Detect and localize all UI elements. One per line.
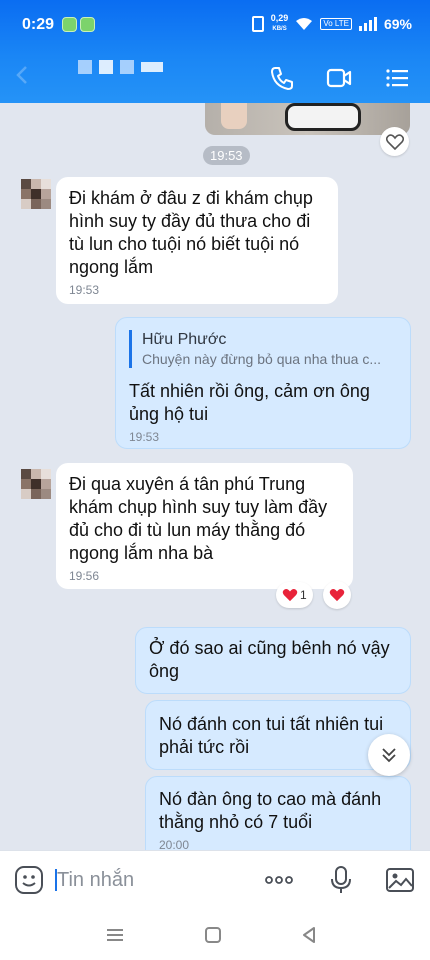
chevron-double-down-icon: [382, 748, 396, 763]
reaction-summary[interactable]: 1: [276, 582, 313, 608]
emoji-icon[interactable]: [14, 865, 44, 895]
message-bubble-incoming[interactable]: Đi khám ở đâu z đi khám chụp hình suy ty…: [56, 177, 338, 304]
recent-apps-icon[interactable]: [104, 924, 126, 946]
system-navigation-bar: [0, 908, 430, 960]
message-bubble-incoming[interactable]: Đi qua xuyên á tân phú Trung khám chụp h…: [56, 463, 353, 589]
shared-image[interactable]: [205, 103, 410, 135]
quoted-reply[interactable]: Hữu Phước Chuyện này đừng bỏ qua nha thu…: [129, 330, 397, 368]
message-text: Đi qua xuyên á tân phú Trung khám chụp h…: [69, 474, 328, 563]
avatar[interactable]: [21, 469, 51, 499]
back-icon[interactable]: [298, 924, 320, 946]
message-bubble-outgoing[interactable]: Hữu Phước Chuyện này đừng bỏ qua nha thu…: [115, 317, 411, 449]
scroll-to-bottom-button[interactable]: [368, 734, 410, 776]
avatar[interactable]: [21, 179, 51, 209]
chat-messages[interactable]: 19:53 Đi khám ở đâu z đi khám chụp hình …: [0, 103, 430, 850]
battery-level: 69%: [383, 16, 412, 32]
heart-icon: [329, 588, 345, 602]
notification-icons: [62, 17, 95, 32]
signal-icon: [358, 17, 377, 31]
message-time: 20:00: [159, 838, 190, 850]
time-separator: 19:53: [203, 146, 250, 165]
microphone-icon[interactable]: [326, 865, 356, 895]
status-time: 0:29: [22, 16, 55, 33]
message-text: Tất nhiên rồi ông, cảm ơn ông ủng hộ tui: [129, 381, 370, 424]
reaction-count: 1: [300, 588, 307, 602]
message-time: 19:56: [69, 569, 100, 583]
react-heart-button[interactable]: [380, 127, 409, 156]
chat-header: 0:29 0,29 KB/S Vo LTE 69%: [0, 0, 430, 103]
status-right: 0,29 KB/S Vo LTE 69%: [251, 13, 412, 34]
header-row: [0, 52, 430, 103]
message-text: Đi khám ở đâu z đi khám chụp hình suy ty…: [69, 188, 313, 277]
image-icon[interactable]: [385, 865, 415, 895]
heart-icon: [282, 588, 298, 602]
quoted-text: Chuyện này đừng bỏ qua nha thua c...: [142, 351, 381, 367]
app-notification-icon: [80, 17, 95, 32]
message-time: 19:53: [69, 283, 100, 297]
phone-icon[interactable]: [268, 64, 296, 92]
react-heart-button[interactable]: [323, 581, 351, 609]
message-bubble-outgoing[interactable]: Ở đó sao ai cũng bênh nó vậy ông: [135, 627, 411, 694]
contact-name-blurred[interactable]: [78, 60, 163, 74]
vibrate-icon: [251, 16, 264, 32]
more-icon[interactable]: [264, 865, 294, 895]
app-notification-icon: [62, 17, 77, 32]
quoted-sender: Hữu Phước: [142, 331, 227, 348]
message-input[interactable]: Tin nhắn: [57, 869, 134, 892]
message-time: 19:53: [129, 430, 160, 444]
message-text: Nó đàn ông to cao mà đánh thằng nhỏ có 7…: [159, 789, 382, 832]
status-bar: 0:29 0,29 KB/S Vo LTE 69%: [0, 0, 430, 52]
message-text: Nó đánh con tui tất nhiên tui phải tức r…: [159, 714, 384, 757]
message-bubble-outgoing[interactable]: Nó đàn ông to cao mà đánh thằng nhỏ có 7…: [145, 776, 411, 850]
video-call-icon[interactable]: [325, 64, 353, 92]
message-input-bar: Tin nhắn: [0, 850, 430, 908]
wifi-icon: [296, 18, 313, 30]
volte-icon: Vo LTE: [320, 18, 352, 30]
home-icon[interactable]: [202, 924, 224, 946]
message-text: Ở đó sao ai cũng bênh nó vậy ông: [149, 638, 390, 681]
heart-outline-icon: [385, 133, 404, 150]
back-arrow-icon[interactable]: [10, 62, 36, 88]
network-speed: 0,29 KB/S: [270, 13, 289, 33]
menu-icon[interactable]: [383, 64, 411, 92]
